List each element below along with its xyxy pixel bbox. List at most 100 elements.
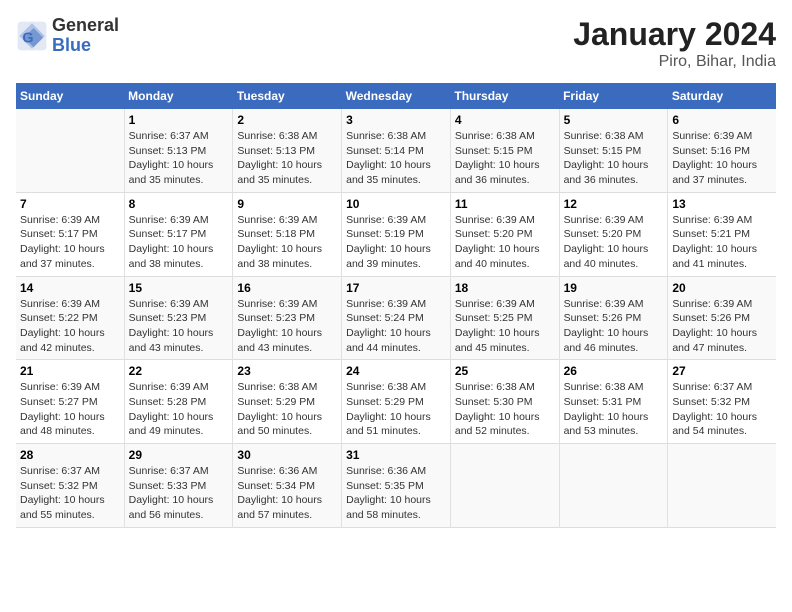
calendar-cell: 19 Sunrise: 6:39 AM Sunset: 5:26 PM Dayli… <box>559 276 668 360</box>
week-row: 1Sunrise: 6:37 AM Sunset: 5:13 PM Daylig… <box>16 109 776 192</box>
day-info: Sunrise: 6:38 AM Sunset: 5:29 PM Dayligh… <box>237 380 337 439</box>
calendar-cell: 9 Sunrise: 6:39 AM Sunset: 5:18 PM Daylig… <box>233 192 342 276</box>
logo-line1: General <box>52 16 119 36</box>
day-number: 3 <box>346 113 446 127</box>
day-number: 30 <box>237 448 337 462</box>
day-info: Sunrise: 6:39 AM Sunset: 5:17 PM Dayligh… <box>20 213 120 272</box>
day-number: 24 <box>346 364 446 378</box>
calendar-cell: 29 Sunrise: 6:37 AM Sunset: 5:33 PM Dayli… <box>124 444 233 528</box>
day-info: Sunrise: 6:39 AM Sunset: 5:24 PM Dayligh… <box>346 297 446 356</box>
day-number: 23 <box>237 364 337 378</box>
logo-line2: Blue <box>52 36 119 56</box>
header-cell: Sunday <box>16 83 124 109</box>
day-number: 15 <box>129 281 229 295</box>
calendar-cell <box>559 444 668 528</box>
day-number: 2 <box>237 113 337 127</box>
calendar-cell: 16 Sunrise: 6:39 AM Sunset: 5:23 PM Dayli… <box>233 276 342 360</box>
page-header: G General Blue January 2024 Piro, Bihar,… <box>16 16 776 71</box>
day-info: Sunrise: 6:39 AM Sunset: 5:26 PM Dayligh… <box>564 297 664 356</box>
day-number: 4 <box>455 113 555 127</box>
calendar-cell: 14Sunrise: 6:39 AM Sunset: 5:22 PM Dayli… <box>16 276 124 360</box>
day-info: Sunrise: 6:39 AM Sunset: 5:16 PM Dayligh… <box>672 129 772 188</box>
day-info: Sunrise: 6:38 AM Sunset: 5:15 PM Dayligh… <box>455 129 555 188</box>
day-info: Sunrise: 6:39 AM Sunset: 5:28 PM Dayligh… <box>129 380 229 439</box>
calendar-header: SundayMondayTuesdayWednesdayThursdayFrid… <box>16 83 776 109</box>
day-number: 27 <box>672 364 772 378</box>
calendar-cell: 20 Sunrise: 6:39 AM Sunset: 5:26 PM Dayli… <box>668 276 776 360</box>
day-number: 10 <box>346 197 446 211</box>
day-info: Sunrise: 6:37 AM Sunset: 5:32 PM Dayligh… <box>20 464 120 523</box>
day-info: Sunrise: 6:39 AM Sunset: 5:21 PM Dayligh… <box>672 213 772 272</box>
week-row: 28 Sunrise: 6:37 AM Sunset: 5:32 PM Dayli… <box>16 444 776 528</box>
day-number: 19 <box>564 281 664 295</box>
calendar-cell: 15 Sunrise: 6:39 AM Sunset: 5:23 PM Dayli… <box>124 276 233 360</box>
day-number: 31 <box>346 448 446 462</box>
calendar-table: SundayMondayTuesdayWednesdayThursdayFrid… <box>16 83 776 528</box>
header-cell: Wednesday <box>342 83 451 109</box>
day-number: 13 <box>672 197 772 211</box>
week-row: 21Sunrise: 6:39 AM Sunset: 5:27 PM Dayli… <box>16 360 776 444</box>
title-area: January 2024 Piro, Bihar, India <box>573 16 776 71</box>
day-number: 21 <box>20 364 120 378</box>
header-cell: Thursday <box>450 83 559 109</box>
day-number: 7 <box>20 197 120 211</box>
day-info: Sunrise: 6:39 AM Sunset: 5:25 PM Dayligh… <box>455 297 555 356</box>
day-info: Sunrise: 6:37 AM Sunset: 5:33 PM Dayligh… <box>129 464 229 523</box>
calendar-cell: 30Sunrise: 6:36 AM Sunset: 5:34 PM Dayli… <box>233 444 342 528</box>
day-info: Sunrise: 6:39 AM Sunset: 5:20 PM Dayligh… <box>564 213 664 272</box>
day-number: 16 <box>237 281 337 295</box>
calendar-cell: 27 Sunrise: 6:37 AM Sunset: 5:32 PM Dayli… <box>668 360 776 444</box>
day-info: Sunrise: 6:39 AM Sunset: 5:20 PM Dayligh… <box>455 213 555 272</box>
day-number: 5 <box>564 113 664 127</box>
header-cell: Tuesday <box>233 83 342 109</box>
calendar-cell: 1Sunrise: 6:37 AM Sunset: 5:13 PM Daylig… <box>124 109 233 192</box>
logo-text: General Blue <box>52 16 119 56</box>
calendar-cell <box>450 444 559 528</box>
calendar-cell: 4 Sunrise: 6:38 AM Sunset: 5:15 PM Daylig… <box>450 109 559 192</box>
calendar-cell <box>16 109 124 192</box>
day-info: Sunrise: 6:38 AM Sunset: 5:15 PM Dayligh… <box>564 129 664 188</box>
calendar-cell: 22Sunrise: 6:39 AM Sunset: 5:28 PM Dayli… <box>124 360 233 444</box>
day-info: Sunrise: 6:39 AM Sunset: 5:23 PM Dayligh… <box>129 297 229 356</box>
day-number: 9 <box>237 197 337 211</box>
calendar-cell: 25 Sunrise: 6:38 AM Sunset: 5:30 PM Dayli… <box>450 360 559 444</box>
calendar-cell: 28 Sunrise: 6:37 AM Sunset: 5:32 PM Dayli… <box>16 444 124 528</box>
day-number: 29 <box>129 448 229 462</box>
day-info: Sunrise: 6:38 AM Sunset: 5:14 PM Dayligh… <box>346 129 446 188</box>
calendar-cell: 24 Sunrise: 6:38 AM Sunset: 5:29 PM Dayli… <box>342 360 451 444</box>
calendar-cell: 13 Sunrise: 6:39 AM Sunset: 5:21 PM Dayli… <box>668 192 776 276</box>
page-container: G General Blue January 2024 Piro, Bihar,… <box>0 0 792 612</box>
day-info: Sunrise: 6:39 AM Sunset: 5:23 PM Dayligh… <box>237 297 337 356</box>
day-info: Sunrise: 6:36 AM Sunset: 5:35 PM Dayligh… <box>346 464 446 523</box>
day-info: Sunrise: 6:38 AM Sunset: 5:30 PM Dayligh… <box>455 380 555 439</box>
day-number: 17 <box>346 281 446 295</box>
day-info: Sunrise: 6:37 AM Sunset: 5:32 PM Dayligh… <box>672 380 772 439</box>
day-info: Sunrise: 6:39 AM Sunset: 5:26 PM Dayligh… <box>672 297 772 356</box>
day-number: 25 <box>455 364 555 378</box>
week-row: 7 Sunrise: 6:39 AM Sunset: 5:17 PM Daylig… <box>16 192 776 276</box>
day-info: Sunrise: 6:38 AM Sunset: 5:29 PM Dayligh… <box>346 380 446 439</box>
day-number: 11 <box>455 197 555 211</box>
header-cell: Friday <box>559 83 668 109</box>
calendar-cell: 17 Sunrise: 6:39 AM Sunset: 5:24 PM Dayli… <box>342 276 451 360</box>
calendar-cell <box>668 444 776 528</box>
calendar-cell: 18Sunrise: 6:39 AM Sunset: 5:25 PM Dayli… <box>450 276 559 360</box>
calendar-cell: 7 Sunrise: 6:39 AM Sunset: 5:17 PM Daylig… <box>16 192 124 276</box>
day-number: 6 <box>672 113 772 127</box>
calendar-cell: 2Sunrise: 6:38 AM Sunset: 5:13 PM Daylig… <box>233 109 342 192</box>
calendar-cell: 5 Sunrise: 6:38 AM Sunset: 5:15 PM Daylig… <box>559 109 668 192</box>
day-info: Sunrise: 6:39 AM Sunset: 5:18 PM Dayligh… <box>237 213 337 272</box>
logo-icon: G <box>16 20 48 52</box>
calendar-cell: 10Sunrise: 6:39 AM Sunset: 5:19 PM Dayli… <box>342 192 451 276</box>
day-number: 12 <box>564 197 664 211</box>
day-info: Sunrise: 6:39 AM Sunset: 5:22 PM Dayligh… <box>20 297 120 356</box>
subtitle: Piro, Bihar, India <box>573 53 776 71</box>
day-number: 20 <box>672 281 772 295</box>
calendar-cell: 21Sunrise: 6:39 AM Sunset: 5:27 PM Dayli… <box>16 360 124 444</box>
day-info: Sunrise: 6:37 AM Sunset: 5:13 PM Dayligh… <box>129 129 229 188</box>
header-cell: Saturday <box>668 83 776 109</box>
calendar-cell: 3 Sunrise: 6:38 AM Sunset: 5:14 PM Daylig… <box>342 109 451 192</box>
calendar-cell: 26Sunrise: 6:38 AM Sunset: 5:31 PM Dayli… <box>559 360 668 444</box>
day-number: 28 <box>20 448 120 462</box>
calendar-cell: 6 Sunrise: 6:39 AM Sunset: 5:16 PM Daylig… <box>668 109 776 192</box>
